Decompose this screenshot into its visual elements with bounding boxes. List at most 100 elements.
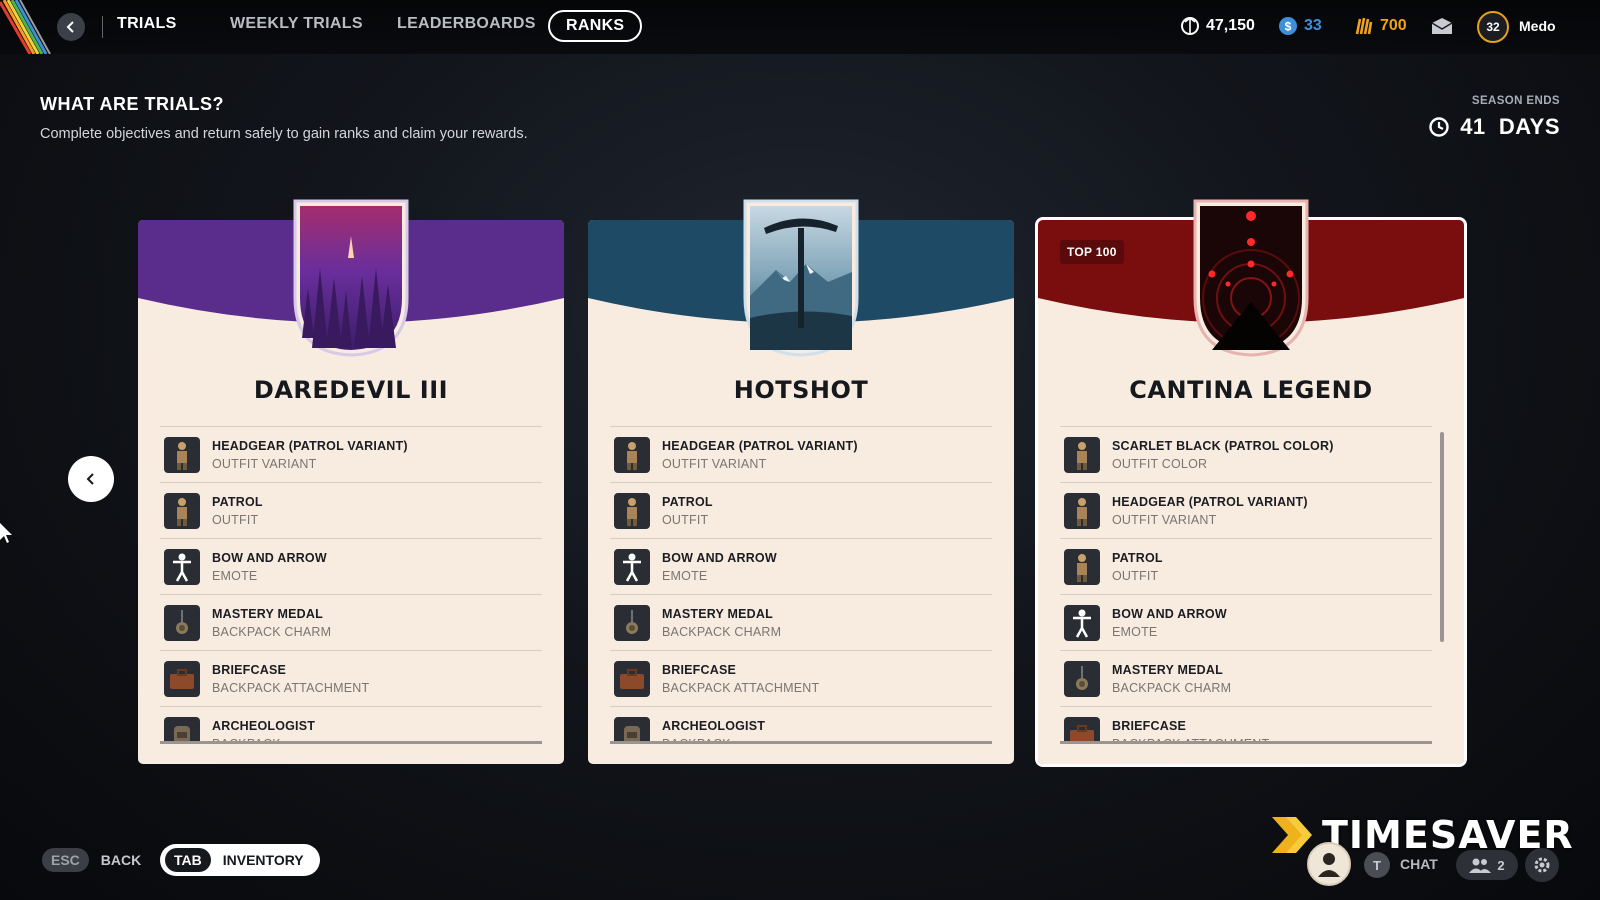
reward-list[interactable]: HEADGEAR (PATROL VARIANT) OUTFIT VARIANT … [610, 426, 992, 744]
top-bar: TRIALS WEEKLY TRIALS LEADERBOARDS RANKS … [0, 0, 1600, 54]
briefcase-icon [164, 660, 200, 697]
reward-type: OUTFIT VARIANT [662, 456, 767, 471]
reward-name: BRIEFCASE [1112, 718, 1187, 733]
season-ends-label: SEASON ENDS [1471, 95, 1560, 107]
reward-type: BACKPACK ATTACHMENT [212, 680, 370, 695]
chat-key: T [1364, 852, 1390, 878]
player-level-badge[interactable]: 32 [1477, 11, 1509, 43]
reward-name: ARCHEOLOGIST [662, 718, 766, 733]
clock-icon [1429, 117, 1449, 137]
reward-name: PATROL [662, 494, 713, 509]
medal-icon [1064, 660, 1100, 697]
username[interactable]: Medo [1519, 18, 1556, 34]
settings-button[interactable] [1525, 848, 1559, 882]
reward-item[interactable]: ARCHEOLOGIST BACKPACK [160, 706, 542, 744]
reward-item[interactable]: BRIEFCASE BACKPACK ATTACHMENT [160, 650, 542, 706]
reward-item[interactable]: MASTERY MEDAL BACKPACK CHARM [1060, 650, 1432, 706]
mail-icon[interactable] [1431, 17, 1453, 40]
reward-item[interactable]: HEADGEAR (PATROL VARIANT) OUTFIT VARIANT [160, 426, 542, 482]
reward-name: MASTERY MEDAL [662, 606, 773, 621]
reward-item[interactable]: BRIEFCASE BACKPACK ATTACHMENT [1060, 706, 1432, 744]
gold-value: 700 [1380, 17, 1407, 34]
reward-name: SCARLET BLACK (PATROL COLOR) [1112, 438, 1334, 453]
reward-scrollbar[interactable] [1440, 432, 1444, 750]
tab-key: TAB [165, 848, 211, 872]
currency-credits: 47,150 [1180, 16, 1255, 36]
reward-item[interactable]: PATROL OUTFIT [610, 482, 992, 538]
outfit-icon [614, 436, 650, 473]
reward-type: OUTFIT [662, 512, 709, 527]
medal-icon [164, 604, 200, 641]
inventory-label: INVENTORY [222, 852, 304, 868]
currency-coins: $ 33 [1278, 16, 1322, 36]
page-subtitle: Complete objectives and return safely to… [40, 126, 528, 142]
emote-icon [1064, 604, 1100, 641]
friends-count: 2 [1497, 857, 1505, 873]
reward-type: BACKPACK ATTACHMENT [662, 680, 820, 695]
chevron-logo-icon [1272, 817, 1312, 853]
card-title: CANTINA LEGEND [1129, 376, 1373, 404]
tab-trials[interactable]: TRIALS [117, 15, 177, 33]
reward-type: BACKPACK CHARM [662, 624, 782, 639]
back-label: BACK [100, 852, 142, 868]
esc-key: ESC [42, 848, 89, 872]
rainbow-logo [0, 0, 60, 54]
briefcase-icon [1064, 716, 1100, 744]
scrollbar-thumb[interactable] [1440, 432, 1444, 642]
avatar-icon [1318, 853, 1340, 877]
coin-icon: $ [1279, 17, 1297, 35]
reward-name: BRIEFCASE [212, 662, 287, 677]
reward-item[interactable]: BOW AND ARROW EMOTE [610, 538, 992, 594]
credits-icon [1181, 16, 1199, 35]
back-hint[interactable]: ESC BACK [42, 848, 141, 872]
outfit-icon [1064, 492, 1100, 529]
coins-value: 33 [1304, 17, 1322, 34]
reward-item[interactable]: PATROL OUTFIT [160, 482, 542, 538]
reward-item[interactable]: SCARLET BLACK (PATROL COLOR) OUTFIT COLOR [1060, 426, 1432, 482]
card-title: DAREDEVIL III [253, 376, 449, 404]
gear-icon [1534, 857, 1550, 873]
cantina-legend-rank-emblem [1192, 198, 1310, 358]
reward-item[interactable]: MASTERY MEDAL BACKPACK CHARM [160, 594, 542, 650]
reward-item[interactable]: HEADGEAR (PATROL VARIANT) OUTFIT VARIANT [610, 426, 992, 482]
reward-item[interactable]: MASTERY MEDAL BACKPACK CHARM [610, 594, 992, 650]
reward-type: OUTFIT COLOR [1112, 456, 1208, 471]
tab-ranks[interactable]: RANKS [548, 10, 643, 42]
inventory-button[interactable]: TAB INVENTORY [160, 844, 320, 876]
reward-name: PATROL [1112, 550, 1163, 565]
outfit-icon [1064, 436, 1100, 473]
outfit-icon [164, 492, 200, 529]
back-arrow-button[interactable] [57, 13, 85, 41]
chevron-left-icon [86, 473, 94, 485]
profile-avatar[interactable] [1307, 842, 1351, 886]
reward-item[interactable]: PATROL OUTFIT [1060, 538, 1432, 594]
tab-leaderboards[interactable]: LEADERBOARDS [397, 15, 536, 33]
previous-rank-button[interactable] [68, 456, 114, 502]
reward-item[interactable]: BOW AND ARROW EMOTE [160, 538, 542, 594]
season-countdown: 41 DAYS [1428, 114, 1560, 140]
reward-name: HEADGEAR (PATROL VARIANT) [212, 438, 408, 453]
reward-item[interactable]: BRIEFCASE BACKPACK ATTACHMENT [610, 650, 992, 706]
chat-button[interactable]: CHAT [1400, 856, 1438, 872]
friends-button[interactable]: 2 [1456, 850, 1518, 880]
outfit-icon [1064, 548, 1100, 585]
reward-type: BACKPACK [662, 736, 731, 745]
reward-type: OUTFIT VARIANT [212, 456, 317, 471]
mouse-cursor-icon [0, 523, 14, 548]
reward-item[interactable]: BOW AND ARROW EMOTE [1060, 594, 1432, 650]
reward-type: OUTFIT [212, 512, 259, 527]
top-100-badge: TOP 100 [1060, 240, 1124, 264]
reward-item[interactable]: HEADGEAR (PATROL VARIANT) OUTFIT VARIANT [1060, 482, 1432, 538]
season-days-value: 41 DAYS [1460, 114, 1560, 139]
reward-name: BRIEFCASE [662, 662, 737, 677]
tab-weekly-trials[interactable]: WEEKLY TRIALS [230, 15, 363, 33]
reward-item[interactable]: ARCHEOLOGIST BACKPACK [610, 706, 992, 744]
reward-name: BOW AND ARROW [212, 550, 327, 565]
reward-list[interactable]: HEADGEAR (PATROL VARIANT) OUTFIT VARIANT … [160, 426, 542, 744]
reward-list[interactable]: SCARLET BLACK (PATROL COLOR) OUTFIT COLOR… [1060, 426, 1432, 744]
reward-type: EMOTE [662, 568, 708, 583]
friends-icon [1469, 858, 1492, 873]
reward-name: ARCHEOLOGIST [212, 718, 316, 733]
reward-type: BACKPACK CHARM [212, 624, 332, 639]
chevron-left-icon [66, 21, 74, 33]
